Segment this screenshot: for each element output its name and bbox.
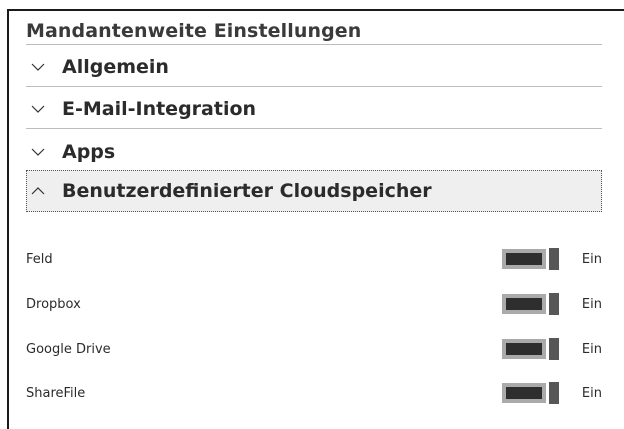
chevron-down-icon [31, 63, 45, 71]
toggle-knob [549, 248, 559, 270]
setting-label: ShareFile [26, 385, 86, 401]
toggle-knob [549, 382, 559, 404]
section-label: Apps [62, 141, 116, 163]
setting-row-dropbox: Dropbox Ein [26, 292, 602, 316]
section-allgemein[interactable]: Allgemein [26, 47, 602, 87]
chevron-down-icon [31, 105, 45, 113]
chevron-down-icon [31, 148, 45, 156]
divider [26, 44, 602, 45]
section-label: E-Mail-Integration [62, 98, 257, 120]
setting-label: Feld [26, 251, 53, 267]
toggle-fill [506, 253, 542, 265]
setting-row-sharefile: ShareFile Ein [26, 381, 602, 405]
chevron-up-icon [31, 187, 45, 195]
toggle-fill [506, 387, 542, 399]
section-label: Benutzerdefinierter Cloudspeicher [62, 180, 432, 202]
toggle-fill [506, 343, 542, 355]
setting-row-google-drive: Google Drive Ein [26, 337, 602, 361]
section-email-integration[interactable]: E-Mail-Integration [26, 89, 602, 129]
toggle-state-label: Ein [581, 385, 602, 401]
section-label: Allgemein [62, 56, 169, 78]
toggle-state-label: Ein [581, 251, 602, 267]
divider [26, 128, 602, 129]
divider [26, 86, 602, 87]
toggle-dropbox[interactable] [502, 293, 560, 315]
setting-row-feld: Feld Ein [26, 247, 602, 271]
toggle-google-drive[interactable] [502, 338, 560, 360]
toggle-knob [549, 338, 559, 360]
section-custom-cloud-storage[interactable]: Benutzerdefinierter Cloudspeicher [26, 170, 602, 212]
toggle-sharefile[interactable] [502, 382, 560, 404]
setting-label: Dropbox [26, 296, 81, 312]
page-title: Mandantenweite Einstellungen [26, 20, 362, 42]
setting-label: Google Drive [26, 341, 111, 357]
toggle-knob [549, 293, 559, 315]
toggle-feld[interactable] [502, 248, 560, 270]
toggle-fill [506, 298, 542, 310]
section-apps[interactable]: Apps [26, 132, 602, 172]
toggle-state-label: Ein [581, 296, 602, 312]
toggle-state-label: Ein [581, 341, 602, 357]
